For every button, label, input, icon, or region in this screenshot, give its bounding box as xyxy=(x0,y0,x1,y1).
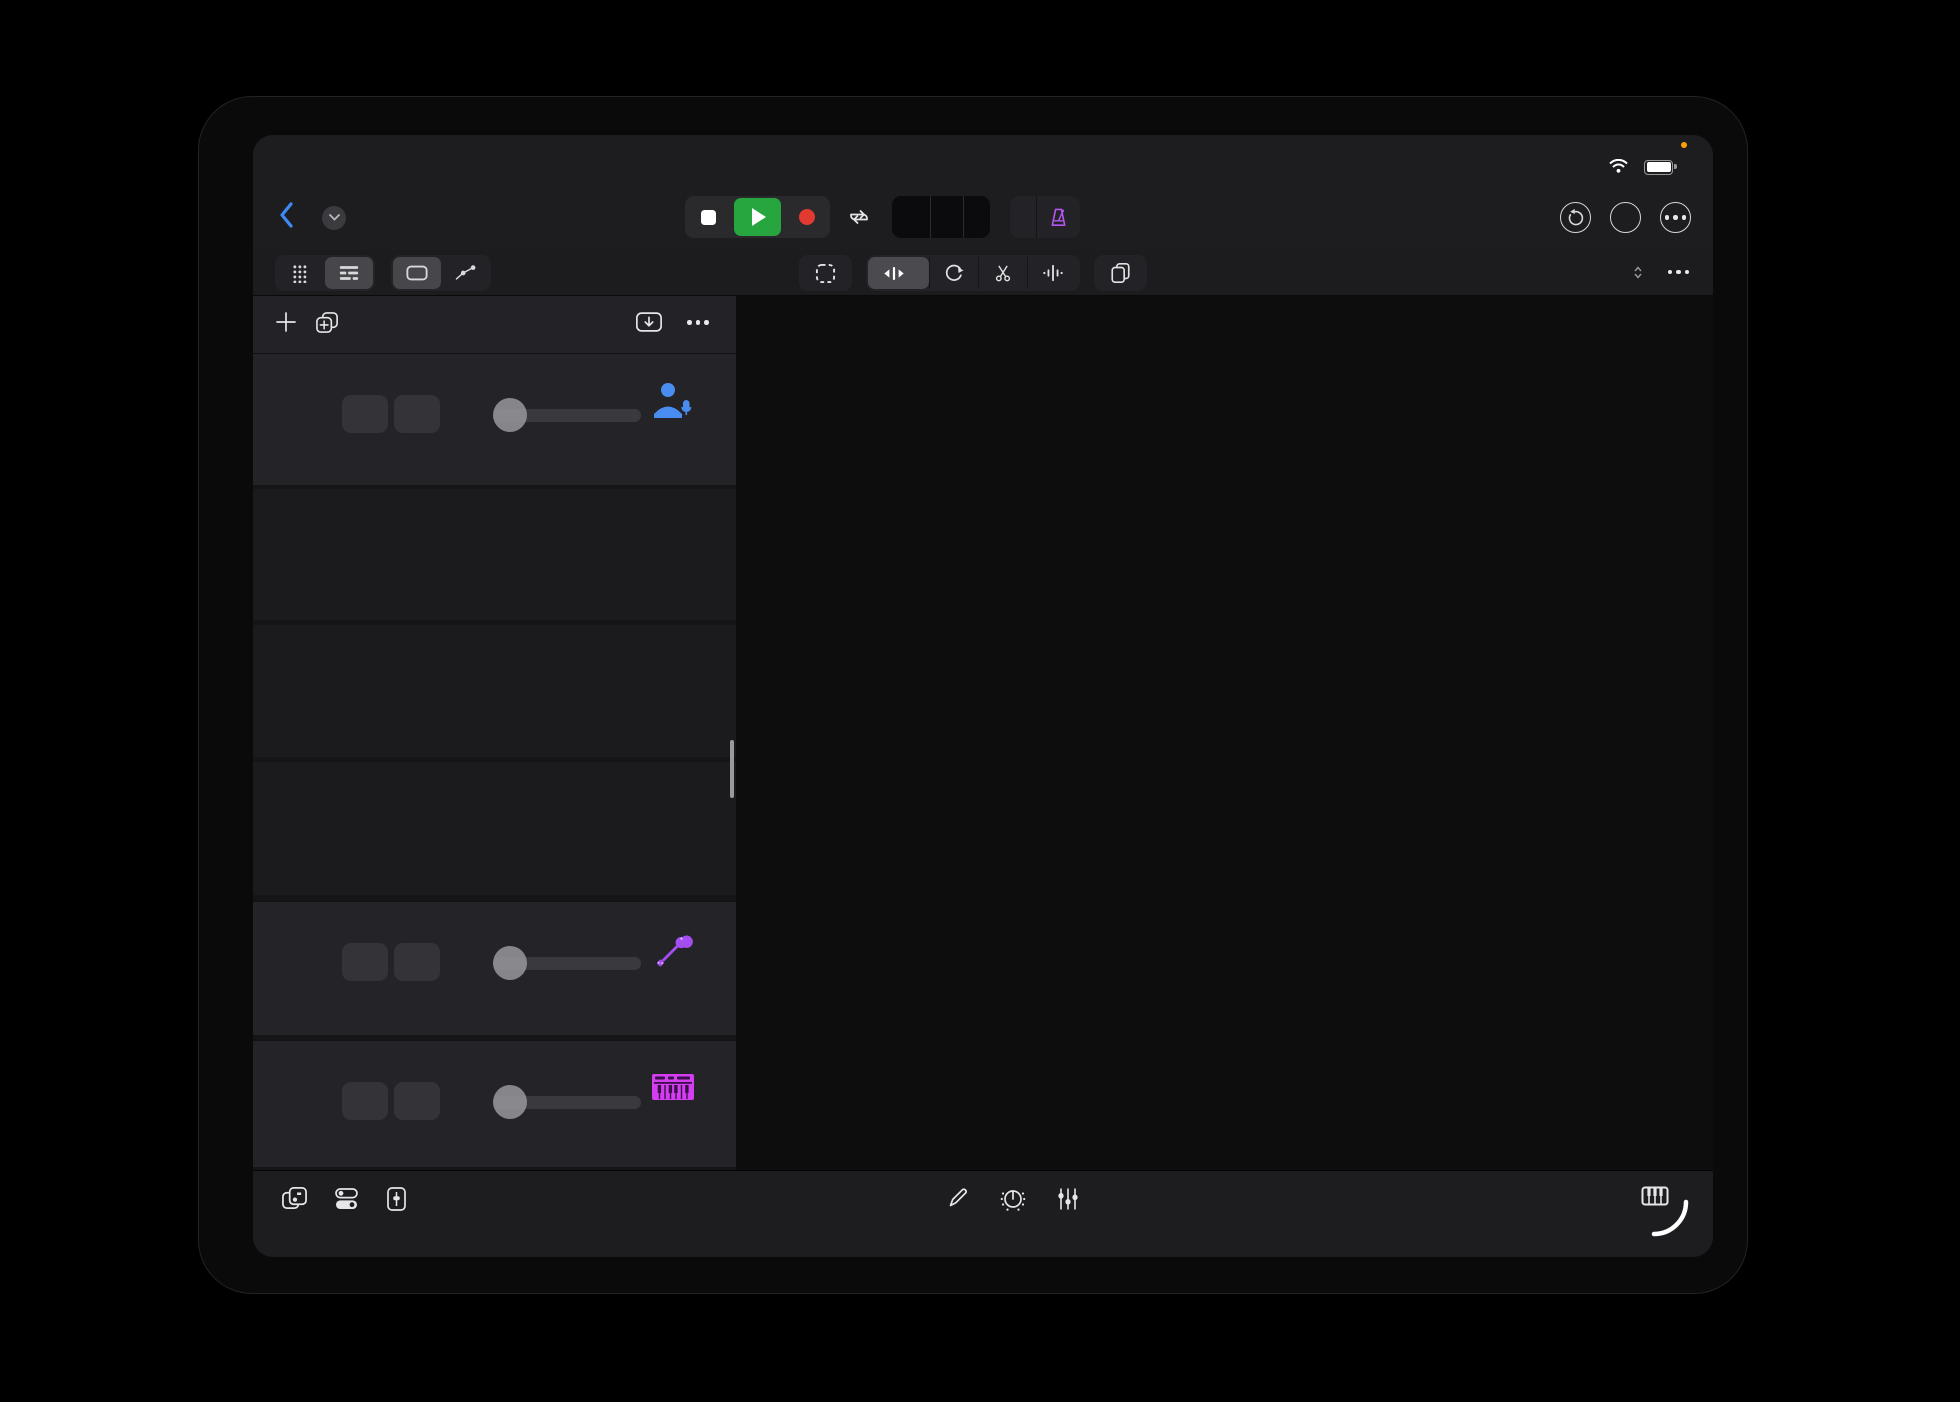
automation-icon xyxy=(454,264,476,282)
duplicate-track-button[interactable] xyxy=(315,311,340,340)
toolbar-more-button[interactable] xyxy=(1668,270,1690,275)
vertical-scrollbar[interactable] xyxy=(730,740,734,798)
take-lane-header[interactable] xyxy=(253,762,736,895)
region-icon xyxy=(406,265,428,281)
duplicate-icon xyxy=(315,311,340,335)
privacy-indicator-dot xyxy=(1681,142,1687,148)
plugins-button[interactable] xyxy=(1000,1186,1026,1217)
track-header-bass[interactable] xyxy=(253,901,736,1035)
battery-icon xyxy=(1644,160,1673,175)
main-toolbar xyxy=(253,185,1713,250)
tempo-display[interactable] xyxy=(930,196,963,238)
transport-controls xyxy=(685,196,1080,238)
scissors-icon xyxy=(993,263,1013,283)
copy-paste-button[interactable] xyxy=(1096,257,1145,289)
up-down-chevrons-icon xyxy=(1634,266,1642,279)
bass-guitar-icon xyxy=(651,928,695,977)
more-options-button[interactable] xyxy=(1660,202,1691,233)
volume-slider[interactable] xyxy=(493,402,641,428)
fader-icon xyxy=(385,1186,408,1212)
import-button[interactable] xyxy=(635,311,663,338)
key-signature-display[interactable] xyxy=(963,196,990,238)
cycle-icon xyxy=(846,207,872,227)
metronome-icon xyxy=(1048,207,1069,228)
add-track-button[interactable] xyxy=(275,311,297,338)
desktop-background xyxy=(0,0,1960,1402)
arrange-area xyxy=(253,296,1713,1170)
fader-button[interactable] xyxy=(385,1186,408,1217)
undo-icon xyxy=(1566,208,1585,227)
tracks-view-icon xyxy=(339,265,359,281)
vocalist-icon xyxy=(651,380,693,425)
play-button[interactable] xyxy=(734,198,781,236)
grid-icon xyxy=(292,264,311,283)
import-icon xyxy=(635,311,663,333)
stop-button[interactable] xyxy=(685,196,732,238)
pencil-icon xyxy=(946,1186,970,1210)
record-icon xyxy=(799,209,815,225)
solo-button[interactable] xyxy=(394,1082,440,1120)
take-lane-header[interactable] xyxy=(253,625,736,757)
trim-tool-button[interactable] xyxy=(868,257,929,289)
back-button[interactable] xyxy=(279,202,294,233)
copy-icon xyxy=(1110,262,1131,284)
mixer-sliders-icon xyxy=(1056,1186,1080,1212)
status-bar xyxy=(253,135,1713,185)
ipad-device xyxy=(198,96,1748,1294)
track-controls-button[interactable] xyxy=(334,1186,359,1217)
take-lane-header[interactable] xyxy=(253,489,736,620)
timeline-area[interactable] xyxy=(736,296,1713,1170)
ellipsis-icon xyxy=(1665,215,1687,220)
track-headers-panel xyxy=(253,296,736,1170)
tracks-view-button[interactable] xyxy=(325,257,373,289)
snap-control[interactable] xyxy=(1630,266,1642,279)
automation-button[interactable] xyxy=(441,257,489,289)
marquee-tool-button[interactable] xyxy=(801,257,850,289)
keyboard-icon xyxy=(651,1073,695,1106)
loop-browser-icon xyxy=(281,1186,308,1212)
corner-gesture-indicator[interactable] xyxy=(1651,1199,1689,1237)
marquee-icon xyxy=(815,263,836,284)
track-header-keys[interactable] xyxy=(253,1040,736,1167)
loop-tool-button[interactable] xyxy=(929,257,978,289)
volume-slider[interactable] xyxy=(493,1089,641,1115)
bottom-toolbar xyxy=(253,1170,1713,1257)
volume-slider[interactable] xyxy=(493,950,641,976)
track-header-vocal[interactable] xyxy=(253,353,736,485)
view-tools-toolbar xyxy=(253,250,1713,296)
knob-icon xyxy=(1000,1186,1026,1212)
loop-browser-button[interactable] xyxy=(281,1186,308,1217)
volume-knob[interactable] xyxy=(493,1085,527,1119)
regions-edit-button[interactable] xyxy=(393,257,441,289)
editor-button[interactable] xyxy=(946,1186,970,1217)
split-tool-button[interactable] xyxy=(978,257,1027,289)
stop-icon xyxy=(701,210,716,225)
solo-button[interactable] xyxy=(394,395,440,433)
metronome-button[interactable] xyxy=(1036,196,1080,238)
grid-view-button[interactable] xyxy=(277,257,325,289)
loop-icon xyxy=(944,263,964,283)
help-button[interactable] xyxy=(1610,202,1641,233)
record-button[interactable] xyxy=(783,196,830,238)
mute-button[interactable] xyxy=(342,943,388,981)
trim-icon xyxy=(882,265,906,282)
mute-button[interactable] xyxy=(342,395,388,433)
stretch-tool-button[interactable] xyxy=(1027,257,1078,289)
track-list-toolbar xyxy=(253,296,736,353)
mixer-button[interactable] xyxy=(1056,1186,1080,1217)
stretch-icon xyxy=(1042,263,1064,283)
app-window xyxy=(253,135,1713,1257)
history-undo-button[interactable] xyxy=(1560,202,1591,233)
cycle-button[interactable] xyxy=(846,207,872,227)
solo-button[interactable] xyxy=(394,943,440,981)
project-menu-button[interactable] xyxy=(322,206,346,230)
volume-knob[interactable] xyxy=(493,946,527,980)
mute-button[interactable] xyxy=(342,1082,388,1120)
play-icon xyxy=(752,208,766,226)
lcd-display[interactable] xyxy=(892,196,990,238)
track-more-button[interactable] xyxy=(687,320,709,325)
toggles-icon xyxy=(334,1186,359,1212)
wifi-icon xyxy=(1609,159,1628,176)
volume-knob[interactable] xyxy=(493,398,527,432)
